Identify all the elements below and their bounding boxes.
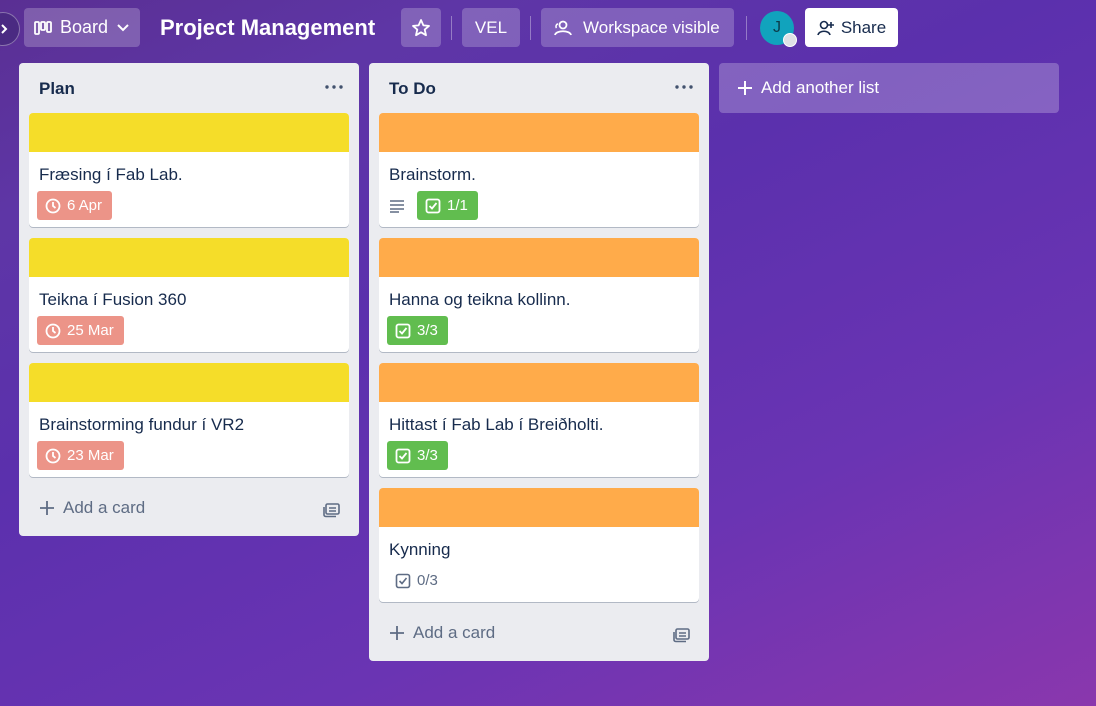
list-menu-button[interactable] xyxy=(323,77,345,97)
clock-icon xyxy=(45,323,61,338)
card-badges: 0/3 xyxy=(387,566,448,595)
checklist-icon xyxy=(395,573,411,588)
plus-icon xyxy=(40,501,54,515)
due-date-text: 6 Apr xyxy=(67,197,103,214)
chevron-right-icon xyxy=(1,24,8,34)
card[interactable]: Brainstorm. 1/1 xyxy=(379,113,699,227)
card-template-icon[interactable] xyxy=(323,500,341,518)
card-cover xyxy=(379,488,699,527)
card-cover xyxy=(29,113,349,152)
card[interactable]: Brainstorming fundur í VR2 23 Mar xyxy=(29,363,349,477)
plus-icon xyxy=(738,81,752,95)
card-title: Hittast í Fab Lab í Breiðholti. xyxy=(389,415,604,434)
list-title[interactable]: Plan xyxy=(39,79,75,99)
chevron-down-icon xyxy=(117,23,129,31)
due-date-badge[interactable]: 25 Mar xyxy=(37,316,124,345)
checklist-count: 0/3 xyxy=(417,572,438,589)
admin-badge-icon xyxy=(783,33,797,47)
list-plan: Plan Fræsing í Fab Lab. 6 Apr Teikna í F… xyxy=(19,63,359,536)
star-button[interactable] xyxy=(401,8,441,47)
board-header: Board Project Management VEL Workspace v… xyxy=(0,0,1096,56)
card[interactable]: Hittast í Fab Lab í Breiðholti. 3/3 xyxy=(379,363,699,477)
board-icon xyxy=(34,20,52,35)
visibility-label: Workspace visible xyxy=(583,17,720,37)
card-cover xyxy=(29,363,349,402)
checklist-badge: 1/1 xyxy=(417,191,478,220)
clock-icon xyxy=(45,198,61,213)
card-cover xyxy=(379,238,699,277)
plus-icon xyxy=(390,626,404,640)
card[interactable]: Fræsing í Fab Lab. 6 Apr xyxy=(29,113,349,227)
board-title[interactable]: Project Management xyxy=(160,12,375,44)
card[interactable]: Hanna og teikna kollinn. 3/3 xyxy=(379,238,699,352)
card-title: Fræsing í Fab Lab. xyxy=(39,165,183,184)
checklist-badge: 3/3 xyxy=(387,316,448,345)
list-menu-button[interactable] xyxy=(673,77,695,97)
card-badges: 3/3 xyxy=(387,441,448,470)
add-list-label: Add another list xyxy=(761,78,880,97)
card-cover xyxy=(379,363,699,402)
card-title: Brainstorm. xyxy=(389,165,476,184)
list-to-do: To Do Brainstorm. 1/1 Hanna og teikna ko… xyxy=(369,63,709,661)
add-card-label: Add a card xyxy=(63,498,146,517)
more-icon xyxy=(325,85,343,89)
avatar-initial: J xyxy=(773,19,781,36)
checklist-icon xyxy=(395,448,411,463)
card-badges: 1/1 xyxy=(387,191,478,220)
card-badges: 25 Mar xyxy=(37,316,124,345)
card-badges: 3/3 xyxy=(387,316,448,345)
sidebar-toggle-button[interactable] xyxy=(0,12,20,46)
add-card-button[interactable]: Add a card xyxy=(39,498,145,518)
card-title: Brainstorming fundur í VR2 xyxy=(39,415,245,434)
add-card-label: Add a card xyxy=(413,623,496,642)
visibility-button[interactable]: Workspace visible xyxy=(541,8,734,47)
board-view-button[interactable]: Board xyxy=(24,8,140,47)
description-icon xyxy=(387,196,407,216)
card-template-icon[interactable] xyxy=(673,625,691,643)
header-divider xyxy=(451,16,452,40)
checklist-badge: 0/3 xyxy=(387,566,448,595)
star-icon xyxy=(412,18,430,36)
avatar[interactable]: J xyxy=(760,11,797,47)
add-card-button[interactable]: Add a card xyxy=(389,623,495,643)
board-view-label: Board xyxy=(60,17,109,37)
people-icon xyxy=(554,20,572,35)
card-title: Kynning xyxy=(389,540,451,559)
share-button[interactable]: Share xyxy=(805,8,898,47)
checklist-badge: 3/3 xyxy=(387,441,448,470)
due-date-badge[interactable]: 6 Apr xyxy=(37,191,113,220)
card-cover xyxy=(29,238,349,277)
more-icon xyxy=(675,85,693,89)
due-date-text: 23 Mar xyxy=(67,447,114,464)
list-title[interactable]: To Do xyxy=(389,79,436,99)
workspace-button[interactable]: VEL xyxy=(462,8,520,47)
checklist-icon xyxy=(395,323,411,338)
card-title: Hanna og teikna kollinn. xyxy=(389,290,571,309)
checklist-count: 3/3 xyxy=(417,447,438,464)
checklist-count: 1/1 xyxy=(447,197,468,214)
card-title: Teikna í Fusion 360 xyxy=(39,290,187,309)
header-divider xyxy=(746,16,747,40)
share-label: Share xyxy=(840,17,887,37)
card[interactable]: Kynning 0/3 xyxy=(379,488,699,602)
card-cover xyxy=(379,113,699,152)
add-person-icon xyxy=(817,20,834,35)
add-list-button[interactable]: Add another list xyxy=(719,63,1059,113)
card[interactable]: Teikna í Fusion 360 25 Mar xyxy=(29,238,349,352)
checklist-count: 3/3 xyxy=(417,322,438,339)
checklist-icon xyxy=(425,198,441,213)
due-date-text: 25 Mar xyxy=(67,322,114,339)
card-badges: 6 Apr xyxy=(37,191,113,220)
clock-icon xyxy=(45,448,61,463)
card-badges: 23 Mar xyxy=(37,441,124,470)
due-date-badge[interactable]: 23 Mar xyxy=(37,441,124,470)
header-divider xyxy=(530,16,531,40)
